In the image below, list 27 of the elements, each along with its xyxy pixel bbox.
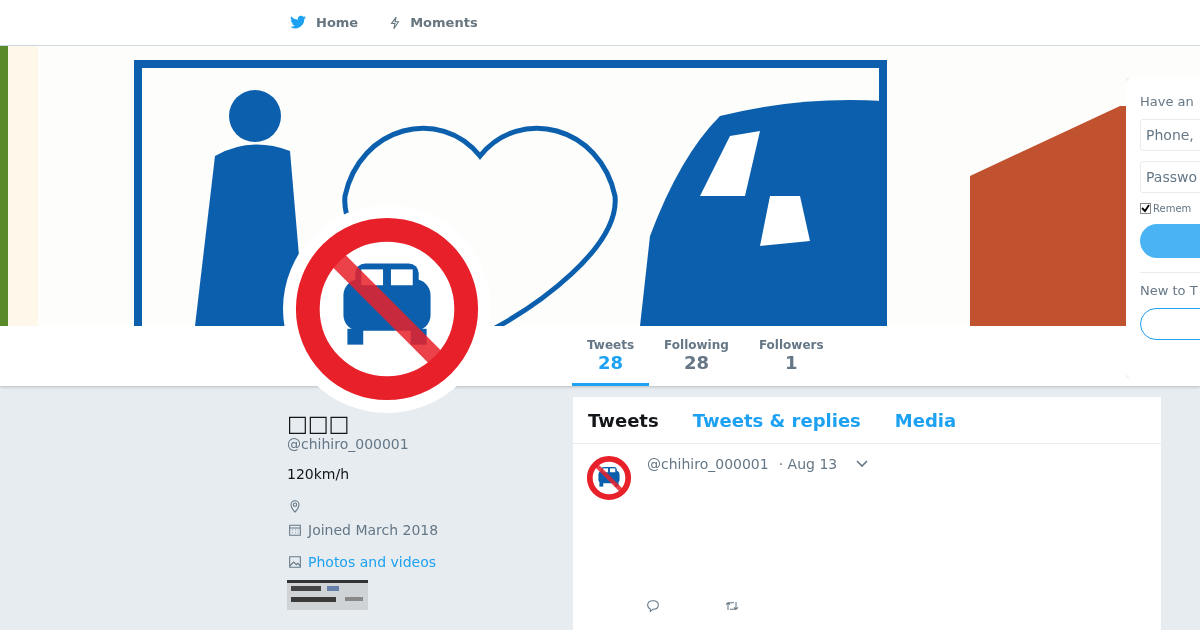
tweet-handle: @chihiro_000001	[647, 456, 769, 472]
stat-label: Following	[664, 338, 729, 352]
stat-tab[interactable]: Followers 1	[743, 326, 839, 386]
stat-label: Tweets	[587, 338, 635, 352]
stat-tab[interactable]: Tweets 28	[572, 326, 650, 386]
bird-icon	[288, 14, 308, 31]
caret-icon[interactable]	[855, 459, 870, 469]
location-pin-icon	[287, 498, 303, 514]
joined-date: Joined March 2018	[308, 522, 439, 538]
stat-count: 1	[784, 352, 798, 373]
stat-count: 28	[683, 352, 709, 373]
nav-link[interactable]: Home	[288, 14, 359, 31]
timeline-tab[interactable]: Media	[894, 409, 957, 431]
profile-name: □□□	[287, 411, 350, 436]
nav-link[interactable]: Moments	[388, 13, 478, 32]
tweet-date: · Aug 13	[778, 456, 838, 472]
reply-icon	[645, 598, 661, 614]
profile-handle: @chihiro_000001	[287, 436, 409, 452]
profile-bio: 120km/h	[287, 466, 350, 482]
photos-link[interactable]: Photos and videos	[308, 554, 436, 570]
timeline-tab[interactable]: Tweets & replies	[692, 409, 861, 431]
timeline-tab[interactable]: Tweets	[588, 409, 659, 431]
stat-label: Followers	[758, 338, 824, 352]
calendar-icon	[287, 522, 303, 538]
image-icon	[287, 554, 303, 570]
stat-tab[interactable]: Following 28	[649, 326, 744, 386]
stat-count: 28	[598, 352, 624, 373]
